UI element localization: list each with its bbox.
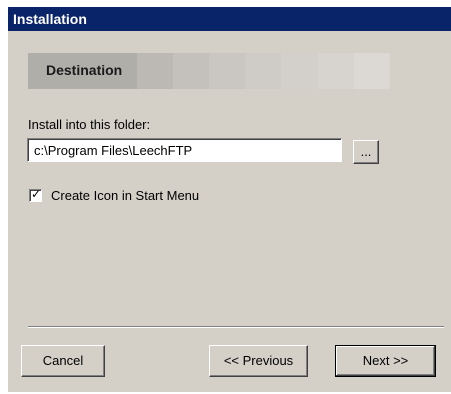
create-icon-option[interactable]: ✓ Create Icon in Start Menu [29,187,200,203]
step-banner-segment [172,53,209,89]
step-banner-segment [136,53,173,89]
install-path-input[interactable] [27,138,342,162]
create-icon-checkbox[interactable]: ✓ [29,187,42,202]
checkmark-icon: ✓ [31,187,42,201]
step-banner-segment [353,53,391,89]
next-button[interactable]: Next >> [335,345,436,377]
browse-button[interactable]: ... [353,140,379,164]
step-banner-segment [317,53,354,89]
step-title: Destination [46,62,123,78]
previous-button[interactable]: << Previous [209,345,308,377]
window-title: Installation [13,11,87,27]
step-banner-segment [209,53,246,89]
step-banner-segment [281,53,318,89]
install-folder-label: Install into this folder: [28,117,151,132]
create-icon-label: Create Icon in Start Menu [51,188,200,203]
step-banner-segment [245,53,282,89]
button-divider [28,326,444,328]
title-bar: Installation [8,7,451,31]
cancel-button[interactable]: Cancel [21,345,105,377]
